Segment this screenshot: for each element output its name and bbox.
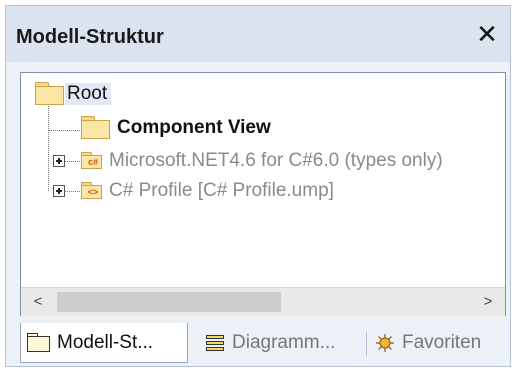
tree-item-label: Microsoft.NET4.6 for C#6.0 (types only) xyxy=(109,150,443,171)
folder-icon xyxy=(27,332,51,353)
scroll-left-icon[interactable]: < xyxy=(25,290,51,314)
tree-connector xyxy=(48,103,49,191)
scrollbar-thumb[interactable] xyxy=(57,292,281,312)
tab-label: Diagramm... xyxy=(232,332,336,353)
tree-view[interactable]: Root Component View c# Microsoft.NET4.6 … xyxy=(20,72,506,316)
tab-label: Favoriten xyxy=(402,332,482,353)
tree-item-dotnet-library[interactable]: c# Microsoft.NET4.6 for C#6.0 (types onl… xyxy=(81,146,443,176)
profile-folder-icon: <> xyxy=(81,182,103,200)
expand-toggle-icon[interactable] xyxy=(53,185,65,197)
favorites-icon xyxy=(376,334,394,352)
horizontal-scrollbar[interactable]: < > xyxy=(21,287,505,316)
tab-model-tree[interactable]: Modell-St... xyxy=(20,323,188,363)
model-tree-panel: Modell-Struktur ✕ Root Component View c#… xyxy=(5,5,511,367)
folder-icon xyxy=(81,116,111,140)
tab-favorites[interactable]: Favoriten xyxy=(368,323,508,363)
tab-diagrams[interactable]: Diagramm... xyxy=(198,323,364,363)
panel-title-bar: Modell-Struktur ✕ xyxy=(6,6,510,62)
scroll-right-icon[interactable]: > xyxy=(475,290,501,314)
tree-connector xyxy=(48,130,80,131)
tree-item-label: Root xyxy=(65,83,112,105)
tree-item-component-view[interactable]: Component View xyxy=(81,113,271,143)
csharp-folder-icon: c# xyxy=(81,152,103,170)
tree-item-label: C# Profile [C# Profile.ump] xyxy=(109,180,334,201)
tab-label: Modell-St... xyxy=(57,331,154,353)
folder-icon xyxy=(35,82,65,106)
expand-toggle-icon[interactable] xyxy=(53,155,65,167)
tree-item-csharp-profile[interactable]: <> C# Profile [C# Profile.ump] xyxy=(81,176,334,206)
diagram-icon xyxy=(204,333,226,353)
panel-tabs: Modell-St... Diagramm... Favoriten xyxy=(14,323,508,363)
panel-title: Modell-Struktur xyxy=(16,26,164,48)
tree-item-label: Component View xyxy=(117,117,271,138)
close-icon[interactable]: ✕ xyxy=(474,20,500,48)
tree-item-root[interactable]: Root xyxy=(35,79,112,109)
tab-divider xyxy=(366,332,367,356)
